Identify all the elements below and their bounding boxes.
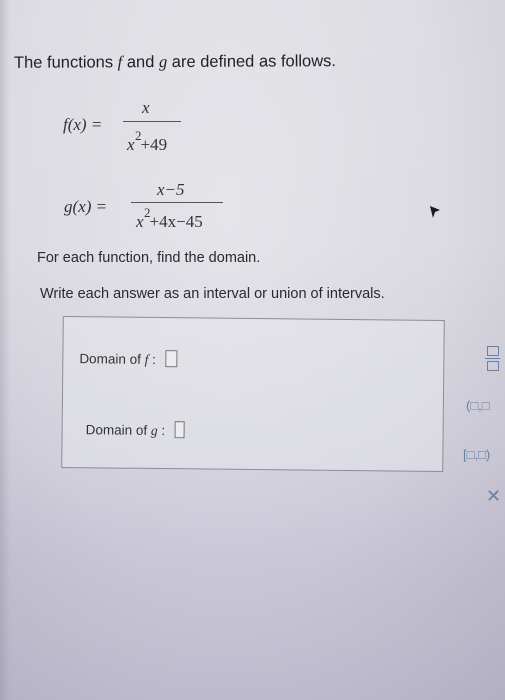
close-icon[interactable]: ✕ [486,486,501,507]
g-denominator-base: x [136,212,144,231]
fraction-icon[interactable] [484,346,500,372]
closed-interval-button[interactable]: [□,□) [463,447,490,462]
instruction-line-2: Write each answer as an interval or unio… [40,286,385,302]
fraction-line [485,358,500,360]
domain-f-label: Domain of [79,351,141,367]
domain-f-input[interactable] [165,350,178,368]
domain-g-var: g [150,422,158,439]
domain-g-row: Domain of g : [86,420,186,439]
answer-box: Domain of f : Domain of g : [61,316,445,472]
domain-f-var: f [144,351,149,367]
f-numerator: x [142,98,150,117]
domain-g-label: Domain of [85,422,148,438]
f-denominator-rest: +49 [140,135,168,154]
g-denominator-rest: +4x−45 [149,212,203,231]
f-denominator-base: x [127,135,135,154]
heading-text-3: are defined as follows. [167,52,336,72]
f-lhs: f(x) = [63,115,103,134]
g-fraction-bar [131,202,223,203]
g-lhs: g(x) = [64,197,108,216]
fraction-denominator-box [487,361,499,371]
screen-edge [0,0,10,700]
open-interval-button[interactable]: (□,□ [466,398,490,413]
fraction-numerator-box [487,346,499,356]
domain-f-row: Domain of f : [79,349,178,368]
domain-f-colon: : [152,351,157,367]
mouse-cursor-icon [430,206,440,218]
domain-g-input[interactable] [174,421,186,439]
f-fraction-bar [123,121,181,122]
instruction-line-1: For each function, find the domain. [37,250,261,266]
domain-g-colon: : [161,423,166,439]
g-numerator: x−5 [157,180,185,199]
heading-text-1: The functions [13,53,118,72]
problem-heading: The functions f and g are defined as fol… [14,51,336,73]
heading-text-2: and [122,53,159,72]
